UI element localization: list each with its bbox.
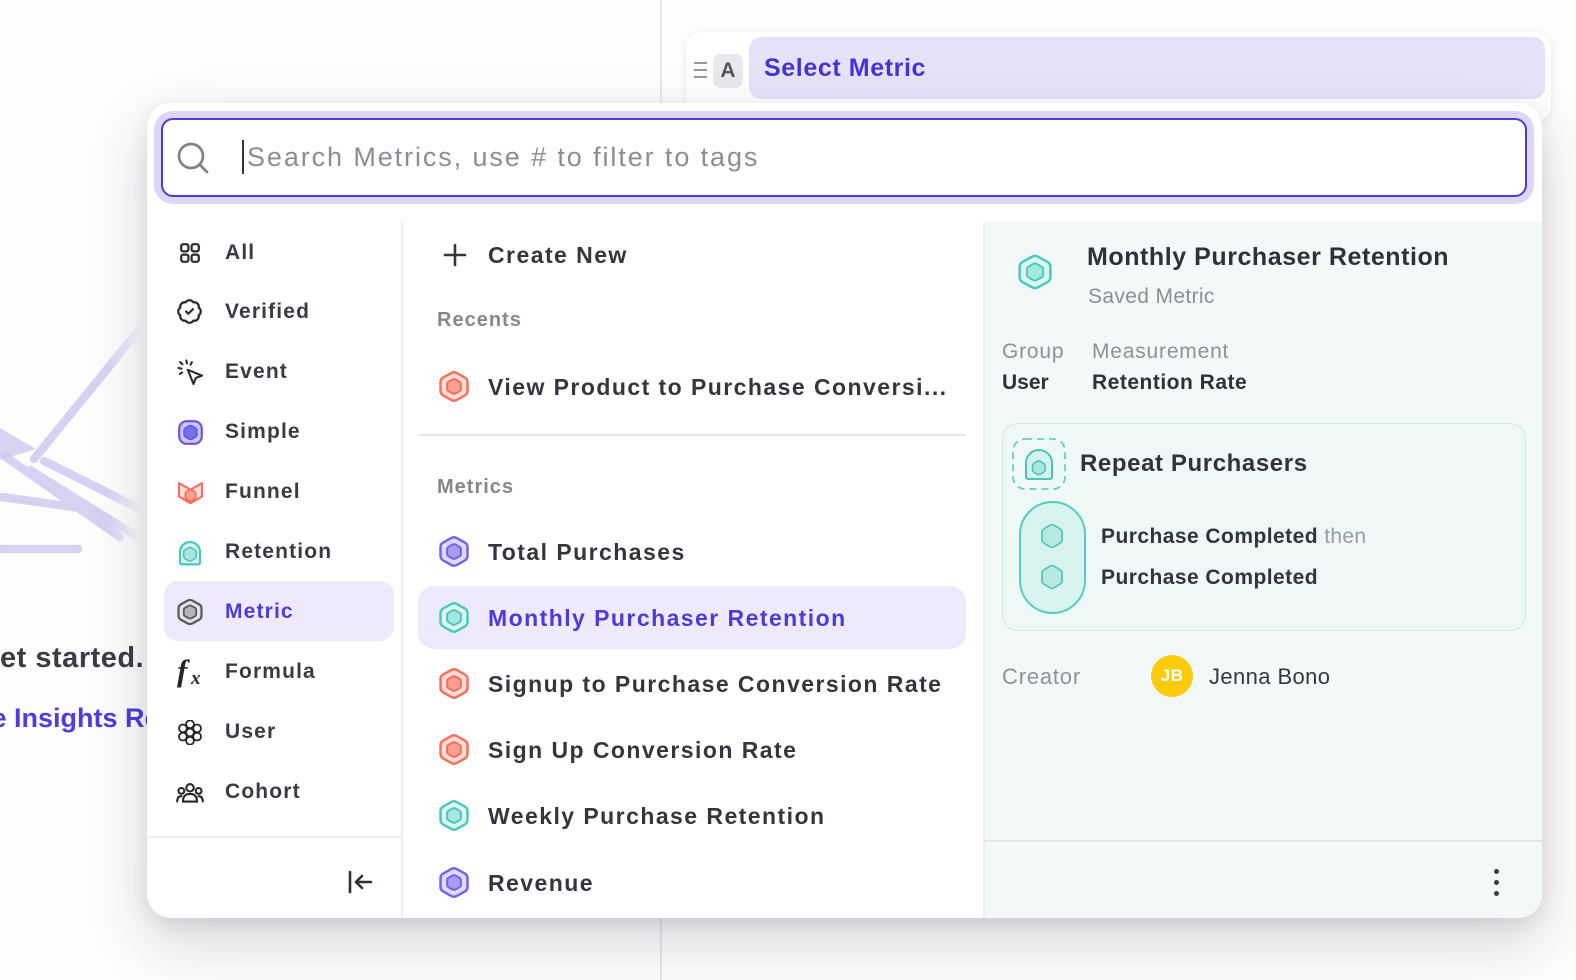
svg-text:x: x [190,668,201,689]
svg-text:f: f [177,653,190,688]
